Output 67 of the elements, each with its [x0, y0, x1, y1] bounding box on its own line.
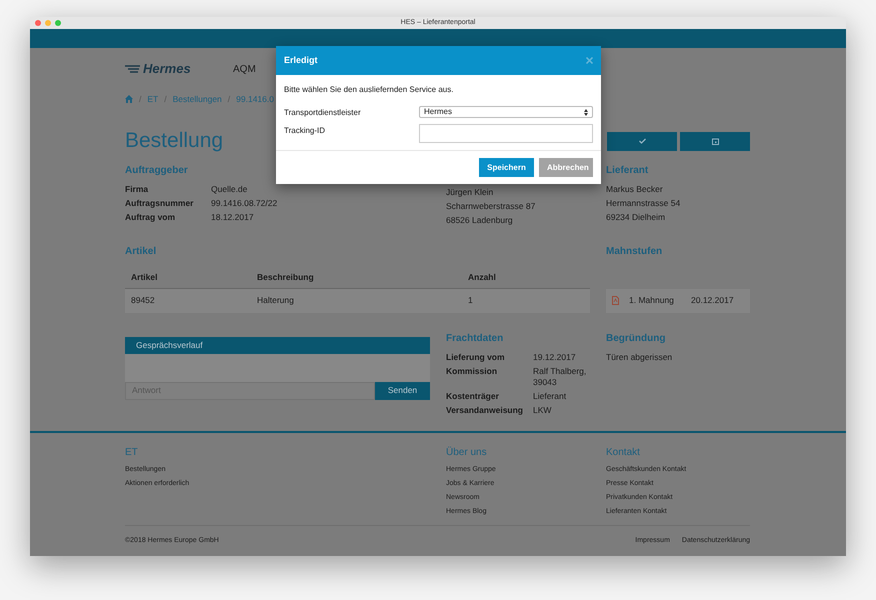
breadcrumb-separator: / [139, 93, 142, 106]
field-label: Versandanweisung [446, 404, 524, 416]
column-header: Beschreibung [257, 270, 315, 284]
field-value: Quelle.de [211, 184, 248, 195]
field-value: 99.1416.08.72/22 [211, 198, 278, 209]
send-button[interactable]: Senden [375, 382, 430, 400]
footer-heading: Kontakt [606, 446, 641, 460]
section-heading: Begründung [606, 332, 666, 346]
form-label: Transportdienstleister [284, 107, 362, 119]
table-cell-text: Halterung [257, 294, 295, 308]
reason-text: Türen abgerissen [606, 352, 674, 363]
form-label: Tracking-ID [284, 125, 326, 137]
section-heading: Frachtdaten [446, 332, 504, 346]
modal-text: Bitte wählen Sie den ausliefernden Service aus. [284, 84, 454, 96]
breadcrumb-separator: / [164, 93, 167, 106]
footer-heading: ET [125, 446, 139, 460]
close-icon[interactable] [586, 57, 593, 64]
column-header: Artikel [131, 270, 158, 284]
reminder-date: 20.12.2017 [691, 294, 734, 308]
section-heading: Artikel [125, 244, 158, 259]
address-line: Markus Becker [606, 184, 664, 195]
field-value: Ralf Thalberg, 39043 [533, 366, 588, 388]
field-value: 18.12.2017 [211, 212, 255, 223]
breadcrumb-separator: / [228, 93, 230, 106]
modal-title: Erledigt [284, 54, 318, 67]
section-heading: Mahnstufen [606, 244, 664, 259]
field-label: Auftragsnummer [125, 198, 194, 209]
address-line: 69234 Dielheim [606, 212, 666, 223]
minimize-window-icon[interactable] [45, 20, 51, 26]
maximize-window-icon[interactable] [55, 20, 61, 26]
column-header: Anzahl [468, 270, 497, 284]
reminder-row[interactable]: 1. Mahnung 20.12.2017 [606, 288, 750, 313]
field-label: Auftrag vom [125, 212, 176, 223]
address-line: 68526 Ladenburg [446, 214, 514, 226]
address-line: Jürgen Klein [446, 186, 494, 198]
field-value: 19.12.2017 [533, 352, 577, 363]
field-label: Kostenträger [446, 390, 500, 402]
schedule-button[interactable] [680, 132, 750, 151]
done-button[interactable] [607, 132, 677, 151]
calendar-icon [712, 138, 718, 145]
tracking-id-field[interactable] [419, 124, 593, 143]
pdf-file-icon [612, 296, 619, 306]
section-heading: Lieferant [606, 164, 650, 178]
logo-stripes-icon [125, 64, 141, 74]
footer-heading: Über uns [446, 446, 488, 460]
cancel-button[interactable]: Abbrechen [539, 158, 593, 177]
page-title: Bestellung [125, 128, 224, 153]
chat-panel-header: Gesprächsverlauf [125, 336, 430, 354]
field-value: LKW [533, 404, 552, 416]
field-value: Lieferant [533, 390, 568, 402]
nav-link[interactable]: AQM [233, 62, 256, 76]
reminder-label: 1. Mahnung [629, 294, 675, 308]
table-cell-text: 1 [468, 294, 474, 308]
field-label: Firma [125, 184, 150, 195]
provider-select[interactable]: Hermes [419, 106, 593, 118]
field-label: Lieferung vom [446, 352, 506, 363]
logo[interactable]: Hermes [143, 59, 191, 79]
home-icon[interactable] [125, 95, 133, 104]
check-icon [638, 138, 646, 144]
address-line: Hermannstrasse 54 [606, 198, 682, 209]
save-button[interactable]: Speichern [479, 158, 534, 177]
address-line: Scharnweberstrasse 87 [446, 200, 536, 212]
section-heading: Auftraggeber [125, 164, 189, 178]
close-window-icon[interactable] [35, 20, 41, 26]
table-cell-text: 89452 [131, 294, 156, 308]
field-label: Kommission [446, 366, 498, 378]
select-arrows-icon [584, 108, 588, 116]
